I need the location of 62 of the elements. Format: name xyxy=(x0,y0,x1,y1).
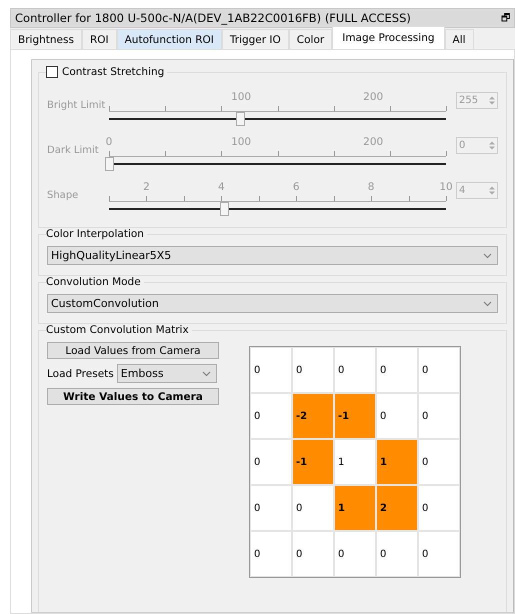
matrix-cell[interactable]: 0 xyxy=(418,439,460,485)
matrix-cell[interactable]: 0 xyxy=(376,347,418,393)
tab[interactable]: Color xyxy=(288,29,332,49)
spinner-arrows-icon xyxy=(489,96,495,105)
matrix-cell[interactable]: 0 xyxy=(292,485,334,531)
presets-label: Load Presets xyxy=(47,368,114,380)
dropdown[interactable]: HighQualityLinear5X5 xyxy=(47,246,498,265)
tick-label: 6 xyxy=(292,181,300,193)
tick-label: 4 xyxy=(218,181,225,193)
group-title: Custom Convolution Matrix xyxy=(46,324,189,336)
load-button[interactable]: Load Values from Camera xyxy=(47,342,219,359)
group-title: Color Interpolation xyxy=(46,228,144,240)
matrix-cell[interactable]: 0 xyxy=(292,347,334,393)
group-title: Convolution Mode xyxy=(46,276,141,288)
slider-label: Shape xyxy=(47,190,80,203)
tab[interactable]: Brightness xyxy=(10,29,82,49)
matrix-cell[interactable]: 0 xyxy=(334,531,376,577)
matrix-cell[interactable]: 0 xyxy=(250,393,292,439)
restore-button[interactable]: 🗗 xyxy=(501,10,510,26)
tab[interactable]: All xyxy=(444,29,474,49)
spinner-arrows-icon xyxy=(489,141,495,150)
slider-label: Bright Limit xyxy=(47,100,106,113)
chevron-down-icon xyxy=(483,300,492,306)
matrix-cell[interactable]: 0 xyxy=(418,531,460,577)
tick-label: 8 xyxy=(368,181,374,193)
matrix-cell[interactable]: 1 xyxy=(334,485,376,531)
matrix-cell[interactable]: -1 xyxy=(334,393,376,439)
tab[interactable]: ROI xyxy=(82,29,117,49)
tick-label: 200 xyxy=(363,136,384,148)
chevron-down-icon xyxy=(202,370,211,376)
matrix-cell[interactable]: 0 xyxy=(250,485,292,531)
slider-label: Dark Limit xyxy=(47,145,100,158)
tab[interactable]: Trigger IO xyxy=(222,29,289,49)
matrix-cell[interactable]: 0 xyxy=(250,347,292,393)
matrix-cell[interactable]: 0 xyxy=(418,347,460,393)
chevron-down-icon xyxy=(483,252,492,258)
matrix-cell[interactable]: 0 xyxy=(250,439,292,485)
tick-label: 100 xyxy=(231,136,252,148)
tab[interactable]: Autofunction ROI xyxy=(116,29,222,49)
matrix-cell[interactable]: 2 xyxy=(376,485,418,531)
write-button[interactable]: Write Values to Camera xyxy=(47,388,219,405)
window-title: Controller for 1800 U-500c-N/A(DEV_1AB22C0016FB) (FULL ACCESS) xyxy=(15,11,411,25)
tick-label: 0 xyxy=(106,136,112,148)
matrix-cell[interactable]: 0 xyxy=(418,485,460,531)
matrix-cell[interactable]: 0 xyxy=(376,531,418,577)
matrix-cell[interactable]: -1 xyxy=(292,439,334,485)
tick-label: 2 xyxy=(143,181,150,193)
matrix-cell[interactable]: 0 xyxy=(250,531,292,577)
matrix-cell[interactable]: 1 xyxy=(334,439,376,485)
matrix-cell[interactable]: 0 xyxy=(292,531,334,577)
tab[interactable]: Image Processing xyxy=(332,26,445,49)
matrix-cell[interactable]: 1 xyxy=(376,439,418,485)
matrix-cell[interactable]: 0 xyxy=(334,347,376,393)
tick-label: 10 xyxy=(439,181,453,193)
dropdown[interactable]: CustomConvolution xyxy=(47,294,498,313)
presets-dropdown[interactable]: Emboss xyxy=(116,364,217,383)
tick-label: 200 xyxy=(363,91,384,103)
matrix-cell[interactable]: -2 xyxy=(292,393,334,439)
spinner-arrows-icon xyxy=(489,186,495,195)
tick-label: 100 xyxy=(231,91,252,103)
matrix-cell[interactable]: 0 xyxy=(376,393,418,439)
matrix-cell[interactable]: 0 xyxy=(418,393,460,439)
